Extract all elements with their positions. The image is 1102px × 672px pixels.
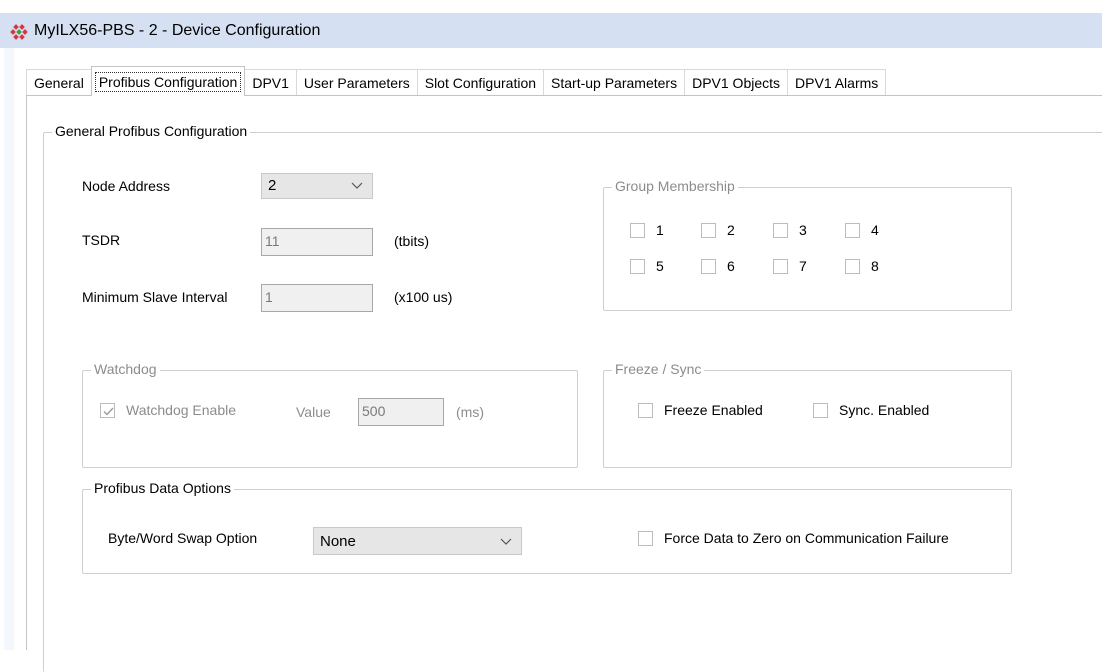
tsdr-field[interactable]: 11	[261, 228, 373, 256]
watchdog-value-field[interactable]: 500	[358, 398, 444, 426]
tab-slot-configuration[interactable]: Slot Configuration	[416, 69, 545, 96]
node-address-label: Node Address	[82, 178, 170, 194]
watchdog-legend: Watchdog	[91, 361, 160, 377]
min-slave-interval-unit: (x100 us)	[394, 289, 453, 305]
watchdog-value-label: Value	[296, 404, 331, 420]
tab-dpv1-alarms[interactable]: DPV1 Alarms	[787, 69, 887, 96]
left-rail-shade	[4, 48, 14, 650]
force-zero-checkbox[interactable]: Force Data to Zero on Communication Fail…	[638, 530, 949, 546]
min-slave-interval-field[interactable]: 1	[261, 284, 373, 312]
check-icon	[103, 407, 114, 416]
group-3-checkbox[interactable]: 3	[773, 222, 807, 238]
group-membership-group: Group Membership	[603, 178, 1012, 311]
window-title: MyILX56-PBS - 2 - Device Configuration	[34, 22, 321, 39]
group-membership-legend: Group Membership	[612, 178, 738, 194]
chevron-down-icon	[351, 182, 363, 189]
tab-dpv1[interactable]: DPV1	[244, 69, 297, 96]
tab-panel: General Profibus Configuration Node Addr…	[26, 95, 1102, 672]
tab-general[interactable]: General	[26, 69, 92, 96]
freeze-enabled-checkbox[interactable]: Freeze Enabled	[638, 402, 763, 418]
tsdr-label: TSDR	[82, 232, 121, 248]
tsdr-unit: (tbits)	[394, 233, 429, 249]
tab-strip: General Profibus Configuration DPV1 User…	[26, 66, 1102, 96]
sync-enabled-checkbox[interactable]: Sync. Enabled	[813, 402, 929, 418]
group-6-checkbox[interactable]: 6	[701, 258, 735, 274]
profibus-data-options-legend: Profibus Data Options	[91, 480, 234, 496]
group-1-checkbox[interactable]: 1	[630, 222, 664, 238]
device-config-icon	[10, 24, 28, 40]
tab-profibus-configuration[interactable]: Profibus Configuration	[90, 66, 246, 96]
group-7-checkbox[interactable]: 7	[773, 258, 807, 274]
tab-start-up-parameters[interactable]: Start-up Parameters	[543, 69, 686, 96]
byte-word-swap-select[interactable]: None	[313, 527, 522, 555]
general-profibus-legend: General Profibus Configuration	[52, 123, 251, 139]
node-address-select[interactable]: 2	[261, 173, 373, 199]
tab-dpv1-objects[interactable]: DPV1 Objects	[684, 69, 789, 96]
chevron-down-icon	[500, 538, 512, 545]
freeze-sync-legend: Freeze / Sync	[612, 361, 705, 377]
freeze-sync-group: Freeze / Sync	[603, 361, 1012, 468]
group-4-checkbox[interactable]: 4	[845, 222, 879, 238]
watchdog-enable-checkbox[interactable]: Watchdog Enable	[100, 402, 236, 418]
group-2-checkbox[interactable]: 2	[701, 222, 735, 238]
byte-word-swap-label: Byte/Word Swap Option	[108, 530, 258, 546]
group-8-checkbox[interactable]: 8	[845, 258, 879, 274]
watchdog-unit: (ms)	[456, 404, 484, 420]
group-5-checkbox[interactable]: 5	[630, 258, 664, 274]
tab-user-parameters[interactable]: User Parameters	[295, 69, 418, 96]
min-slave-interval-label: Minimum Slave Interval	[82, 289, 228, 305]
